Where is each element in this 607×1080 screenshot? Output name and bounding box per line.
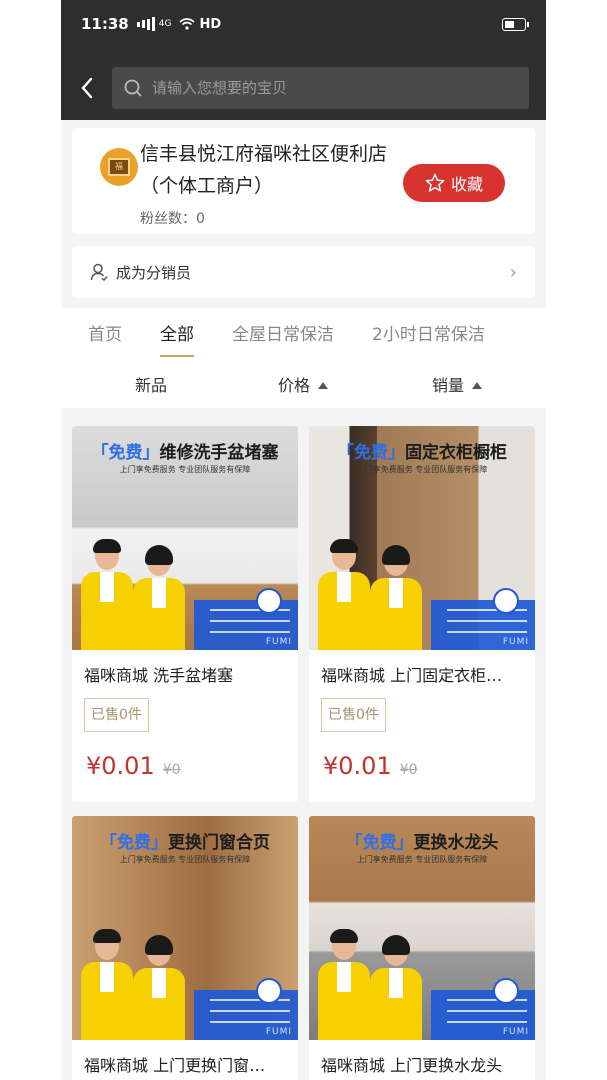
product-banner-subtitle: 上门享免费服务 专业团队服务有保障 bbox=[119, 855, 251, 864]
signal-icon bbox=[136, 17, 155, 31]
fumi-brand: FUMI bbox=[265, 637, 292, 647]
status-bar: 11:38 4G HD bbox=[61, 0, 546, 48]
sort-sales[interactable]: 销量 bbox=[432, 372, 483, 396]
hd-indicator: HD bbox=[199, 16, 222, 32]
thumbs-up-icon bbox=[256, 588, 282, 614]
tab-all[interactable]: 全部 bbox=[160, 308, 194, 362]
star-icon bbox=[425, 173, 445, 192]
product-banner-subtitle: 上门享免费服务 专业团队服务有保障 bbox=[356, 465, 488, 474]
thumbs-up-icon bbox=[256, 978, 282, 1004]
search-icon bbox=[124, 79, 142, 97]
chevron-right-icon: › bbox=[509, 261, 517, 283]
left-margin bbox=[0, 0, 61, 1080]
product-image[interactable]: 「免费」更换门窗合页 上门享免费服务 专业团队服务有保障 FUMI bbox=[72, 816, 298, 1040]
worker-figure bbox=[367, 935, 425, 1040]
thumbs-up-icon bbox=[493, 588, 519, 614]
tab-2hour-cleaning[interactable]: 2小时日常保洁 bbox=[372, 308, 485, 362]
product-banner-title: 「免费」更换水龙头 bbox=[345, 833, 499, 853]
worker-figure bbox=[130, 545, 188, 650]
product-title: 福咪商城 洗手盆堵塞 bbox=[84, 666, 234, 685]
thumbs-up-icon bbox=[493, 978, 519, 1004]
product-banner-title: 「免费」更换门窗合页 bbox=[100, 833, 270, 853]
wifi-icon bbox=[179, 18, 195, 30]
worker-figure bbox=[315, 929, 373, 1040]
product-title: 福咪商城 上门更换水龙头 bbox=[321, 1056, 503, 1075]
category-tabs: 首页 全部 全屋日常保洁 2小时日常保洁 bbox=[61, 308, 546, 362]
shop-card: 福 信丰县悦江府福咪社区便利店（个体工商户） 粉丝数：0 收藏 bbox=[72, 128, 535, 234]
tab-whole-house-cleaning[interactable]: 全屋日常保洁 bbox=[232, 308, 334, 362]
worker-figure bbox=[78, 539, 136, 650]
fans-label: 粉丝数： bbox=[140, 211, 196, 227]
product-banner-subtitle: 上门享免费服务 专业团队服务有保障 bbox=[119, 465, 251, 474]
status-time: 11:38 bbox=[81, 15, 129, 33]
sort-price-label: 价格 bbox=[278, 376, 311, 395]
current-price: ¥0.01 bbox=[86, 752, 155, 780]
fans-count: 粉丝数：0 bbox=[140, 208, 205, 228]
fumi-brand: FUMI bbox=[502, 1027, 529, 1037]
product-banner-subtitle: 上门享免费服务 专业团队服务有保障 bbox=[356, 855, 488, 864]
sort-sales-label: 销量 bbox=[432, 376, 465, 395]
original-price: ¥0 bbox=[162, 762, 181, 778]
shop-logo[interactable]: 福 bbox=[100, 148, 138, 186]
fans-value: 0 bbox=[196, 211, 205, 227]
network-type: 4G bbox=[158, 19, 172, 29]
product-card[interactable]: 「免费」维修洗手盆堵塞 上门享免费服务 专业团队服务有保障 FUMI 福咪商城 … bbox=[72, 426, 298, 802]
product-price: ¥0.01 ¥0 bbox=[309, 732, 535, 780]
sort-up-icon bbox=[318, 382, 329, 389]
shop-name: 信丰县悦江府福咪社区便利店（个体工商户） bbox=[140, 143, 388, 197]
fumi-brand: FUMI bbox=[502, 637, 529, 647]
chevron-left-icon bbox=[81, 77, 93, 99]
sort-new-label: 新品 bbox=[135, 376, 168, 395]
tab-home[interactable]: 首页 bbox=[88, 308, 122, 362]
distributor-label: 成为分销员 bbox=[116, 263, 192, 282]
worker-figure bbox=[130, 935, 188, 1040]
search-row bbox=[61, 66, 546, 110]
search-input[interactable] bbox=[152, 79, 502, 97]
sold-count-badge: 已售0件 bbox=[321, 698, 386, 732]
worker-figure bbox=[315, 539, 373, 650]
top-bar: 11:38 4G HD bbox=[61, 0, 546, 120]
product-title: 福咪商城 上门更换门窗… bbox=[84, 1056, 266, 1075]
favorite-button[interactable]: 收藏 bbox=[403, 164, 505, 202]
original-price: ¥0 bbox=[399, 762, 418, 778]
back-button[interactable] bbox=[61, 66, 113, 110]
right-margin bbox=[546, 0, 607, 1080]
fumi-brand: FUMI bbox=[265, 1027, 292, 1037]
app-frame: 11:38 4G HD 请输入您想要的宝贝 福 信丰县悦江府福咪社区便利店（个体… bbox=[61, 0, 546, 1080]
product-card[interactable]: 「免费」更换水龙头 上门享免费服务 专业团队服务有保障 FUMI 福咪商城 上门… bbox=[309, 816, 535, 1080]
user-icon bbox=[90, 263, 108, 281]
sold-count-badge: 已售0件 bbox=[84, 698, 149, 732]
product-image[interactable]: 「免费」固定衣柜橱柜 上门享免费服务 专业团队服务有保障 FUMI bbox=[309, 426, 535, 650]
product-banner-title: 「免费」维修洗手盆堵塞 bbox=[91, 443, 279, 463]
favorite-label: 收藏 bbox=[450, 175, 483, 194]
worker-figure bbox=[367, 545, 425, 650]
product-banner-title: 「免费」固定衣柜橱柜 bbox=[337, 443, 507, 463]
become-distributor-row[interactable]: 成为分销员 › bbox=[72, 246, 535, 298]
battery-icon bbox=[502, 17, 529, 31]
worker-figure bbox=[78, 929, 136, 1040]
sort-up-icon bbox=[472, 382, 483, 389]
product-price: ¥0.01 ¥0 bbox=[72, 732, 298, 780]
category-section: 首页 全部 全屋日常保洁 2小时日常保洁 新品 价格 销量 bbox=[61, 308, 546, 408]
product-card[interactable]: 「免费」更换门窗合页 上门享免费服务 专业团队服务有保障 FUMI 福咪商城 上… bbox=[72, 816, 298, 1080]
product-image[interactable]: 「免费」维修洗手盆堵塞 上门享免费服务 专业团队服务有保障 FUMI bbox=[72, 426, 298, 650]
product-title: 福咪商城 上门固定衣柜… bbox=[321, 666, 503, 685]
product-card[interactable]: 「免费」固定衣柜橱柜 上门享免费服务 专业团队服务有保障 FUMI 福咪商城 上… bbox=[309, 426, 535, 802]
search-box[interactable] bbox=[112, 67, 529, 109]
sort-price[interactable]: 价格 bbox=[278, 372, 329, 396]
sort-new[interactable]: 新品 bbox=[135, 372, 167, 396]
product-image[interactable]: 「免费」更换水龙头 上门享免费服务 专业团队服务有保障 FUMI bbox=[309, 816, 535, 1040]
current-price: ¥0.01 bbox=[323, 752, 392, 780]
